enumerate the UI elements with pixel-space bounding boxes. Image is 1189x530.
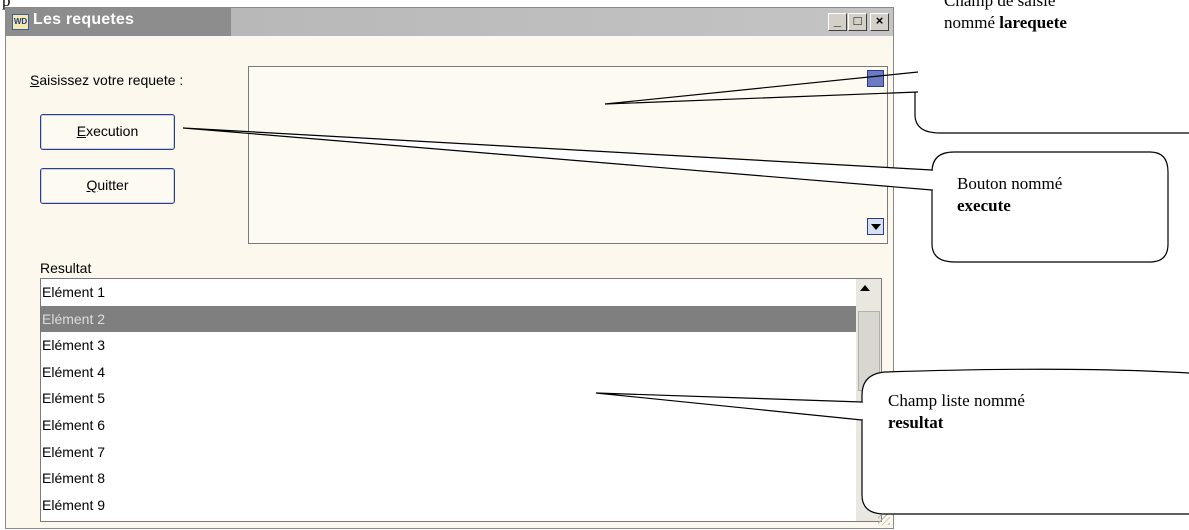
callout-resultat-text: Champ liste nommé resultat: [888, 390, 1025, 434]
callout-execute-text: Bouton nommé execute: [957, 173, 1062, 217]
callout-execute-pointer: [182, 127, 933, 191]
callout-resultat-pointer: [595, 392, 863, 421]
callout-execute-name: execute: [957, 196, 1011, 215]
callout-larequete-outline: [914, 92, 1189, 134]
callout-graphics: [182, 71, 1189, 515]
callout-resultat-gap: [860, 403, 864, 419]
callout-larequete-prefix: nommé: [944, 13, 1000, 32]
callout-resultat-line1: Champ liste nommé: [888, 391, 1025, 410]
callout-larequete-line1: Champ de saisie: [944, 0, 1056, 10]
callout-larequete-name: larequete: [999, 13, 1067, 32]
callout-larequete-pointer: [604, 71, 919, 105]
callout-resultat-name: resultat: [888, 413, 944, 432]
callout-execute-line1: Bouton nommé: [957, 174, 1063, 193]
callout-larequete-text: Champ de saisie nommé larequete: [944, 0, 1067, 34]
callout-larequete-line2: nommé larequete: [944, 12, 1067, 34]
callout-execute-gap: [930, 171, 934, 189]
